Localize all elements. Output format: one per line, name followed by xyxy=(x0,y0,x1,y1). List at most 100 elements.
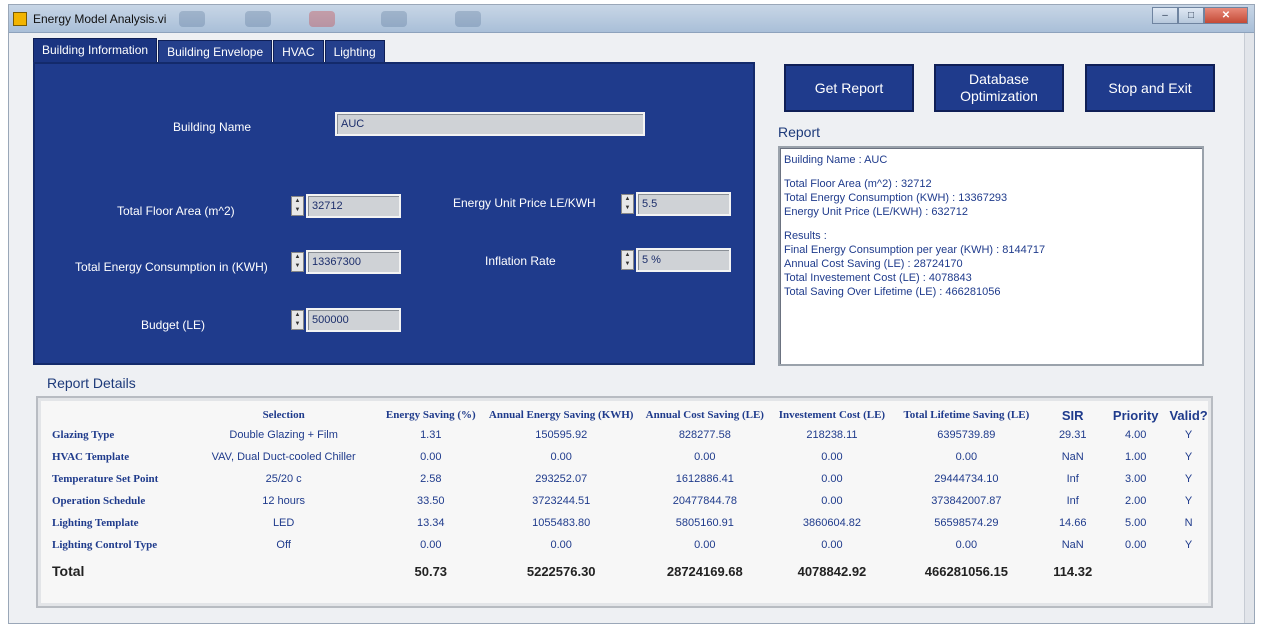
budget-label: Budget (LE) xyxy=(141,318,206,332)
table-cell: 218238.11 xyxy=(806,429,858,441)
tab-bar: Building Information Building Envelope H… xyxy=(33,38,386,64)
table-header-row: Selection Energy Saving (%) Annual Energy … xyxy=(48,406,1211,424)
total-cell: 114.32 xyxy=(1053,563,1093,579)
report-line: Annual Cost Saving (LE) : 28724170 xyxy=(784,258,963,270)
row-label: Glazing Type xyxy=(52,429,115,441)
floor-area-control: ▲ ▼ 32712 xyxy=(291,194,401,218)
budget-field[interactable]: 500000 xyxy=(306,308,401,332)
table-cell: Y xyxy=(1184,473,1193,485)
table-cell: 0.00 xyxy=(955,451,978,463)
inflation-rate-field[interactable]: 5 % xyxy=(636,248,731,272)
row-label: HVAC Template xyxy=(52,451,130,463)
table-row: Lighting Template LED 13.34 1055483.80 58051… xyxy=(48,512,1211,534)
labview-app-icon xyxy=(13,12,27,26)
table-cell: 13.34 xyxy=(417,517,445,529)
table-cell: Y xyxy=(1184,495,1193,507)
report-line: Energy Unit Price (LE/KWH) : 632712 xyxy=(784,206,969,218)
vertical-scrollbar[interactable] xyxy=(1244,33,1254,623)
table-cell: 2.00 xyxy=(1124,495,1147,507)
table-cell: Y xyxy=(1184,539,1193,551)
table-cell: 29.31 xyxy=(1058,429,1087,441)
energy-price-field[interactable]: 5.5 xyxy=(636,192,731,216)
building-name-label: Building Name xyxy=(173,120,252,134)
report-line xyxy=(784,219,1198,229)
table-cell: 3860604.82 xyxy=(802,517,861,529)
column-header: Annual Cost Saving (LE) xyxy=(645,409,764,421)
taskbar-ghost-icon xyxy=(455,11,481,27)
row-label: Lighting Template xyxy=(52,517,139,529)
table-cell: Off xyxy=(276,539,291,551)
table-cell: Y xyxy=(1184,451,1193,463)
table-cell: 33.50 xyxy=(417,495,445,507)
table-cell: 29444734.10 xyxy=(934,473,999,485)
table-cell: 12 hours xyxy=(262,495,306,507)
total-cell xyxy=(190,556,378,586)
table-cell: 0.00 xyxy=(420,451,442,463)
table-row: Lighting Control Type Off 0.00 0.00 0.00 0.00… xyxy=(48,534,1211,556)
energy-consumption-spinner[interactable]: ▲ ▼ xyxy=(291,252,304,272)
table-cell: LED xyxy=(272,517,295,529)
table-cell: 0.00 xyxy=(550,539,572,551)
table-cell: 0.00 xyxy=(694,539,716,551)
table-cell: 3.00 xyxy=(1124,473,1147,485)
report-line xyxy=(784,167,1198,177)
table-cell: 1.00 xyxy=(1124,451,1147,463)
table-cell: Double Glazing + Film xyxy=(229,429,338,441)
energy-consumption-control: ▲ ▼ 13367300 xyxy=(291,250,401,274)
table-cell: 3723244.51 xyxy=(532,495,591,507)
total-cell: 28724169.68 xyxy=(666,563,743,579)
tab-lighting[interactable]: Lighting xyxy=(324,40,385,64)
column-header: Valid? xyxy=(1169,407,1208,423)
table-cell: 0.00 xyxy=(821,495,843,507)
table-cell: 373842007.87 xyxy=(931,495,1002,507)
report-text-box[interactable]: Building Name : AUC Total Floor Area (m^2… xyxy=(778,146,1204,366)
total-cell: 4078842.92 xyxy=(797,563,867,579)
report-details-table: Selection Energy Saving (%) Annual Energy … xyxy=(48,406,1211,586)
tab-building-information[interactable]: Building Information xyxy=(33,38,158,64)
building-name-field[interactable]: AUC xyxy=(335,112,645,136)
get-report-button[interactable]: Get Report xyxy=(784,64,914,112)
total-cell: 5222576.30 xyxy=(526,563,596,579)
table-cell: 6395739.89 xyxy=(937,429,996,441)
window-controls: – □ ✕ xyxy=(1152,7,1248,24)
tab-hvac[interactable]: HVAC xyxy=(273,40,324,64)
close-button[interactable]: ✕ xyxy=(1204,7,1248,24)
taskbar-ghost-icon xyxy=(179,11,205,27)
budget-spinner[interactable]: ▲ ▼ xyxy=(291,310,304,330)
taskbar-ghost-icon xyxy=(309,11,335,27)
energy-consumption-field[interactable]: 13367300 xyxy=(306,250,401,274)
table-cell: 150595.92 xyxy=(535,429,588,441)
total-cell: 50.73 xyxy=(414,563,448,579)
table-cell: 1.31 xyxy=(420,429,442,441)
energy-price-label: Energy Unit Price LE/KWH xyxy=(453,196,596,210)
table-cell: 1055483.80 xyxy=(532,517,591,529)
stop-and-exit-button[interactable]: Stop and Exit xyxy=(1085,64,1215,112)
energy-price-spinner[interactable]: ▲ ▼ xyxy=(621,194,634,214)
column-header: SIR xyxy=(1061,407,1084,423)
report-line: Total Investement Cost (LE) : 4078843 xyxy=(784,272,972,284)
table-cell: 0.00 xyxy=(550,451,572,463)
report-line: Total Floor Area (m^2) : 32712 xyxy=(784,178,932,190)
table-cell: 1612886.41 xyxy=(675,473,734,485)
table-cell: 5.00 xyxy=(1124,517,1147,529)
tab-building-envelope[interactable]: Building Envelope xyxy=(158,40,273,64)
total-cell xyxy=(1166,556,1211,586)
minimize-button[interactable]: – xyxy=(1152,7,1178,24)
inflation-rate-spinner[interactable]: ▲ ▼ xyxy=(621,250,634,270)
report-line: Building Name : AUC xyxy=(784,154,888,166)
table-cell: 20477844.78 xyxy=(672,495,737,507)
report-details-label: Report Details xyxy=(47,375,136,391)
table-cell: 14.66 xyxy=(1058,517,1087,529)
table-cell: VAV, Dual Duct-cooled Chiller xyxy=(211,451,356,463)
maximize-button[interactable]: □ xyxy=(1178,7,1204,24)
energy-price-control: ▲ ▼ 5.5 xyxy=(621,192,731,216)
floor-area-field[interactable]: 32712 xyxy=(306,194,401,218)
database-optimization-button[interactable]: Database Optimization xyxy=(934,64,1064,112)
report-line: Final Energy Consumption per year (KWH) … xyxy=(784,244,1046,256)
total-cell: 466281056.15 xyxy=(924,563,1008,579)
table-cell: 0.00 xyxy=(1124,539,1147,551)
table-cell: 2.58 xyxy=(420,473,442,485)
row-label: Temperature Set Point xyxy=(52,473,159,485)
inflation-rate-control: ▲ ▼ 5 % xyxy=(621,248,731,272)
floor-area-spinner[interactable]: ▲ ▼ xyxy=(291,196,304,216)
